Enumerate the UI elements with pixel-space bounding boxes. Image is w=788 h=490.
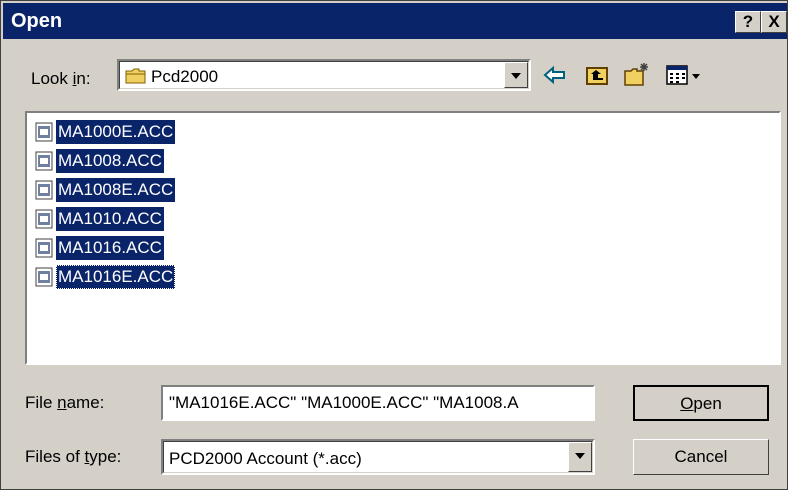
back-button[interactable] (541, 61, 569, 89)
up-folder-icon (586, 67, 608, 85)
help-button[interactable]: ? (735, 11, 761, 33)
file-type-dropdown-button[interactable] (568, 442, 592, 472)
list-item[interactable]: MA1010.ACC (35, 206, 164, 232)
window-title: Open (11, 10, 63, 32)
view-menu-button[interactable] (665, 61, 711, 89)
acc-file-icon (35, 151, 53, 171)
file-type-value: PCD2000 Account (*.acc) (169, 449, 362, 468)
open-dialog: Open ? X Look in: Pcd2000 MA1000E.ACC MA… (0, 0, 788, 490)
file-name-label: File name: (25, 393, 105, 412)
file-name: MA1000E.ACC (56, 120, 176, 144)
folder-icon (125, 68, 146, 84)
list-item[interactable]: MA1016E.ACC (35, 264, 176, 290)
list-item[interactable]: MA1008E.ACC (35, 177, 176, 203)
back-arrow-icon (543, 65, 565, 85)
file-name: MA1010.ACC (56, 207, 164, 231)
file-type-label: Files of type: (25, 447, 122, 466)
new-folder-button[interactable] (623, 61, 651, 89)
close-button[interactable]: X (761, 11, 787, 33)
look-in-value: Pcd2000 (151, 67, 219, 86)
new-folder-icon (624, 63, 648, 86)
file-name-input[interactable]: "MA1016E.ACC" "MA1000E.ACC" "MA1008.A (161, 385, 595, 421)
file-list[interactable]: MA1000E.ACC MA1008.ACC MA1008E.ACC MA101… (25, 111, 781, 365)
acc-file-icon (35, 122, 53, 142)
file-name: MA1016E.ACC (56, 265, 176, 289)
list-item[interactable]: MA1016.ACC (35, 235, 164, 261)
file-name: MA1016.ACC (56, 236, 164, 260)
list-item[interactable]: MA1000E.ACC (35, 119, 176, 145)
acc-file-icon (35, 267, 53, 287)
list-item[interactable]: MA1008.ACC (35, 148, 164, 174)
file-name: MA1008E.ACC (56, 178, 176, 202)
acc-file-icon (35, 238, 53, 258)
file-type-combo[interactable]: PCD2000 Account (*.acc) (161, 439, 595, 475)
cancel-button[interactable]: Cancel (633, 439, 769, 475)
look-in-label: Look in: (31, 69, 91, 88)
acc-file-icon (35, 209, 53, 229)
acc-file-icon (35, 180, 53, 200)
look-in-dropdown-button[interactable] (504, 62, 528, 88)
title-bar[interactable]: Open ? X (3, 3, 787, 39)
file-name: MA1008.ACC (56, 149, 164, 173)
look-in-combo[interactable]: Pcd2000 (117, 59, 531, 91)
open-button[interactable]: Open (633, 385, 769, 421)
view-menu-icon (666, 65, 700, 85)
up-folder-button[interactable] (583, 61, 611, 89)
